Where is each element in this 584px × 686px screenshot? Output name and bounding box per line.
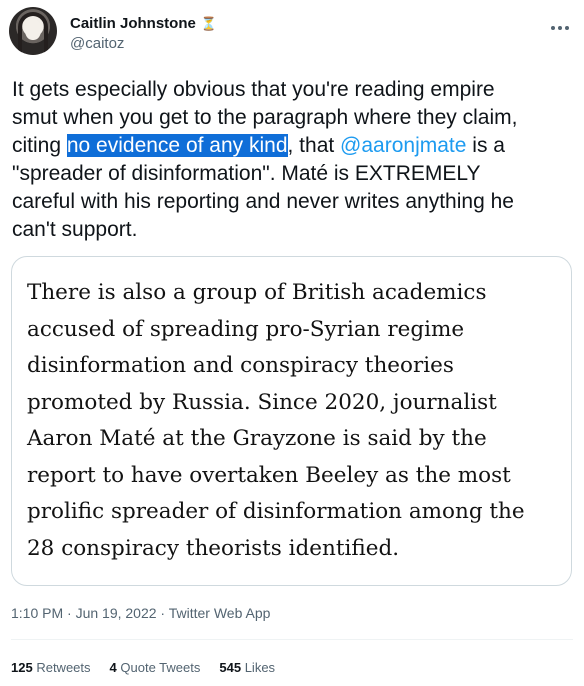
- tweet-text-segment: , that: [287, 134, 341, 157]
- tweet-line: careful with his reporting and never wri…: [12, 190, 514, 213]
- retweets-label: Retweets: [36, 660, 91, 675]
- retweets-count: 125: [11, 660, 33, 675]
- mention-link[interactable]: @aaronjmate: [340, 134, 466, 157]
- selected-text: no evidence of any kind: [66, 134, 288, 157]
- tweet-timestamp[interactable]: 1:10 PM · Jun 19, 2022 · Twitter Web App: [11, 605, 270, 621]
- quote-tweets-stat[interactable]: 4 Quote Tweets: [110, 660, 201, 675]
- excerpt-line: accused of spreading pro-Syrian regime: [27, 316, 465, 342]
- tweet-text-segment: is a: [466, 134, 505, 157]
- avatar-face: [25, 19, 41, 40]
- quotes-count: 4: [109, 660, 117, 675]
- tweet-line: "spreader of disinformation". Maté is EX…: [12, 162, 481, 185]
- quotes-label: Quote Tweets: [120, 660, 201, 675]
- excerpt-line: report to have overtaken Beeley as the m…: [27, 462, 511, 488]
- excerpt-line: There is also a group of British academi…: [27, 280, 487, 305]
- author-handle[interactable]: @caitoz: [70, 35, 124, 52]
- tweet-line: can't support.: [12, 218, 138, 241]
- excerpt-line: promoted by Russia. Since 2020, journali…: [27, 389, 497, 415]
- quoted-article-excerpt: There is also a group of British academi…: [27, 275, 557, 567]
- tweet-line: citing no evidence of any kind, that @aa…: [12, 132, 572, 160]
- hourglass-icon: ⏳: [200, 15, 218, 31]
- excerpt-line: 28 conspiracy theorists identified.: [27, 535, 400, 561]
- excerpt-line: Aaron Maté at the Grayzone is said by th…: [27, 426, 487, 451]
- excerpt-line: disinformation and conspiracy theories: [27, 353, 454, 378]
- tweet-text: It gets especially obvious that you're r…: [12, 76, 572, 244]
- likes-stat[interactable]: 545 Likes: [219, 660, 275, 675]
- likes-count: 545: [219, 660, 242, 675]
- tweet-header: Caitlin Johnstone ⏳ @caitoz: [0, 0, 584, 66]
- author-name[interactable]: Caitlin Johnstone: [70, 15, 196, 32]
- tweet-stats: 125 Retweets 4 Quote Tweets 545 Likes: [11, 660, 275, 675]
- more-options-icon[interactable]: [546, 14, 574, 42]
- author-name-row[interactable]: Caitlin Johnstone ⏳: [70, 13, 217, 33]
- tweet-line: smut when you get to the paragraph where…: [12, 106, 518, 129]
- retweets-stat[interactable]: 125 Retweets: [11, 660, 91, 675]
- divider: [11, 639, 573, 640]
- tweet-line: It gets especially obvious that you're r…: [12, 78, 495, 101]
- avatar[interactable]: [9, 7, 57, 55]
- tweet-text-segment: citing: [12, 134, 67, 157]
- excerpt-line: prolific spreader of disinformation amon…: [27, 499, 525, 524]
- likes-label: Likes: [244, 660, 276, 675]
- quoted-image-card[interactable]: There is also a group of British academi…: [11, 256, 572, 586]
